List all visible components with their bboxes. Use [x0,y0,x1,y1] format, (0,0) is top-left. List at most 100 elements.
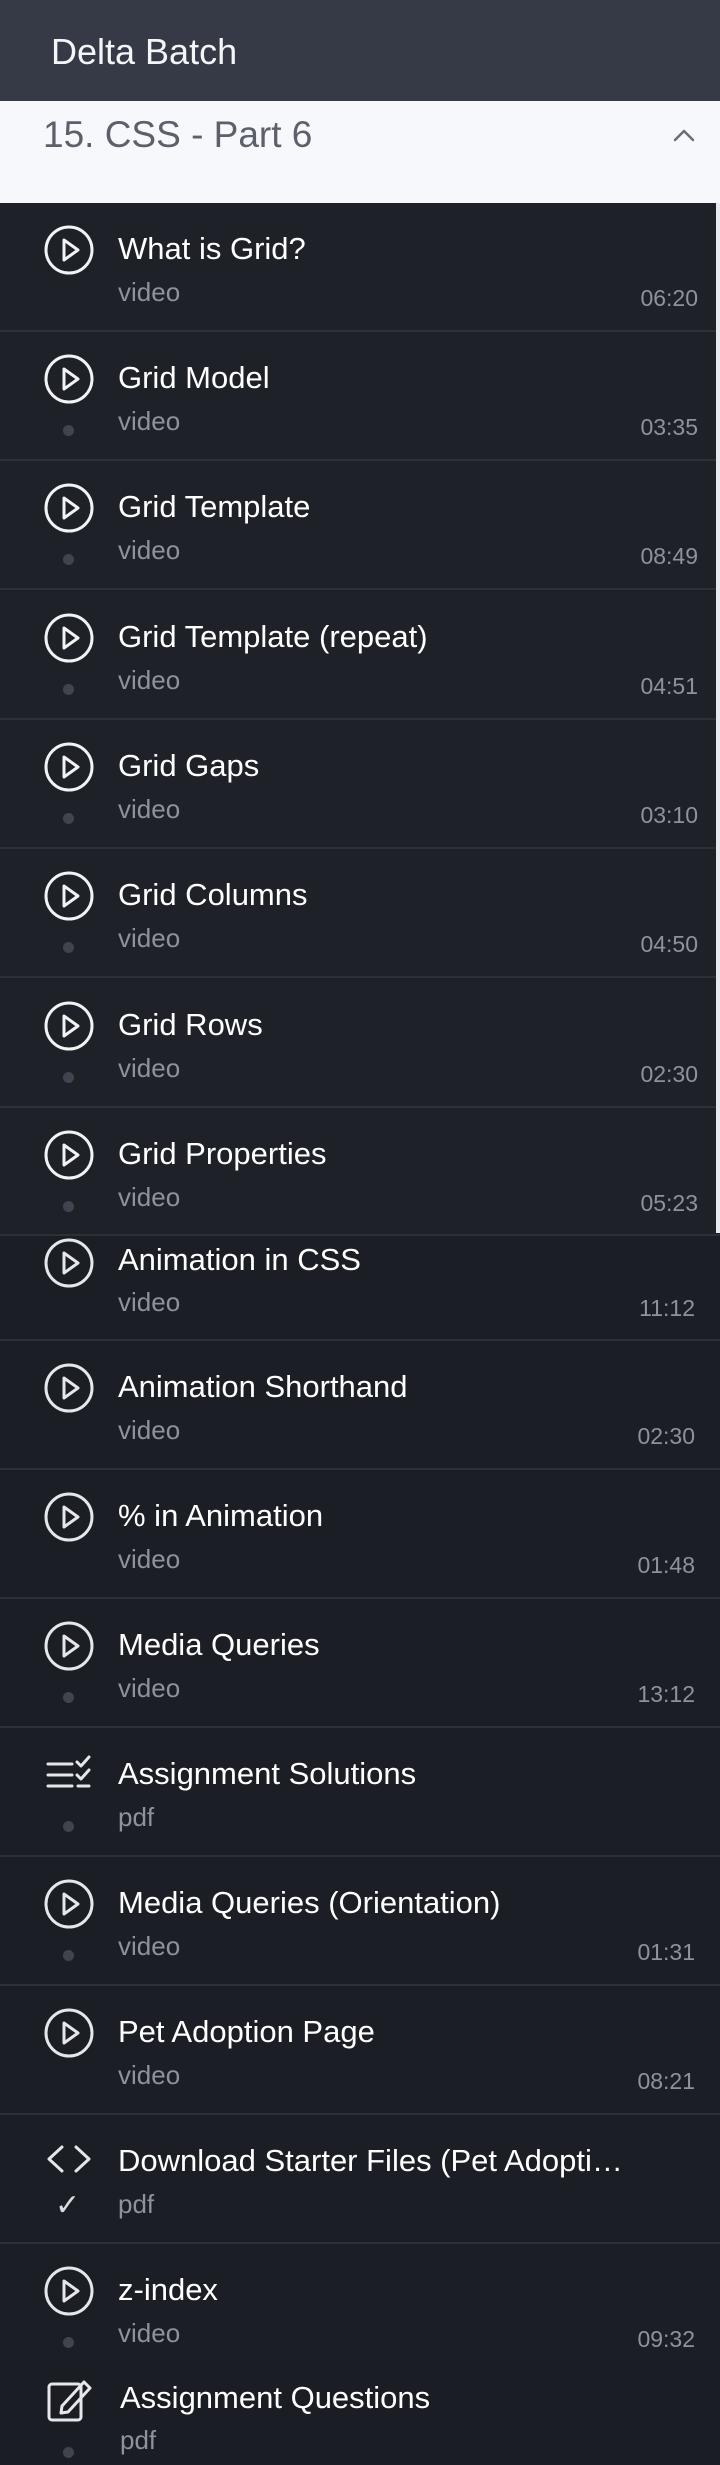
list-item[interactable]: % in Animation video 01:48 [0,1470,720,1599]
progress-dot [63,1950,74,1961]
list-item[interactable]: Media Queries video 13:12 [0,1599,720,1728]
item-duration: 04:50 [640,931,698,957]
item-duration: 01:48 [637,1552,695,1578]
list-item[interactable]: z-index video 09:32 [0,2244,720,2361]
list-item[interactable]: Grid Columns video 04:50 [0,849,720,978]
item-title: Grid Template [118,489,311,524]
play-icon [44,613,94,663]
list-item[interactable]: Grid Template video 08:49 [0,461,720,590]
item-title: Assignment Solutions [118,1756,417,1791]
item-type: pdf [118,1802,155,1832]
app-title: Delta Batch [51,31,238,72]
progress-dot [63,2337,74,2348]
item-type: video [118,1415,181,1445]
play-icon [44,871,94,921]
item-type: video [118,1182,181,1212]
item-type: pdf [120,2425,157,2455]
item-duration: 05:23 [640,1190,698,1216]
list-item[interactable]: Media Queries (Orientation) video 01:31 [0,1857,720,1986]
list-item[interactable]: ✓ Download Starter Files (Pet Adoption P… [0,2115,720,2244]
item-type: video [118,923,181,953]
item-title: Grid Template (repeat) [118,619,428,654]
chevron-up-icon[interactable] [672,127,696,143]
list-item[interactable]: Grid Gaps video 03:10 [0,720,720,849]
item-duration: 02:30 [640,1061,698,1087]
item-title: Assignment Questions [120,2380,431,2415]
item-title: Grid Columns [118,877,308,912]
item-duration: 08:49 [640,543,698,569]
item-duration: 04:51 [640,673,698,699]
item-type: video [118,1053,181,1083]
play-icon [44,483,94,533]
item-duration: 11:12 [639,1295,695,1321]
play-icon [44,2266,94,2316]
item-type: video [118,2060,181,2090]
progress-dot [63,684,74,695]
list-item[interactable]: Animation Shorthand video 02:30 [0,1341,720,1470]
item-type: video [118,1673,181,1703]
item-title: Pet Adoption Page [118,2014,375,2049]
list-item[interactable]: Grid Properties video 05:23 [0,1108,720,1236]
play-icon [44,1879,94,1929]
item-title: Download Starter Files (Pet Adoption Pag… [118,2143,638,2178]
progress-dot [63,1821,74,1832]
item-type: video [118,665,181,695]
item-type: video [118,2318,181,2348]
list-item[interactable]: Grid Rows video 02:30 [0,979,720,1108]
progress-dot [63,554,74,565]
item-type: video [118,535,181,565]
section-header[interactable]: 15. CSS - Part 6 [0,101,720,203]
play-icon [44,225,94,275]
item-title: Grid Gaps [118,748,260,783]
item-title: Grid Model [118,360,270,395]
list-item[interactable]: Grid Template (repeat) video 04:51 [0,591,720,720]
item-duration: 03:35 [640,414,698,440]
item-type: video [118,277,181,307]
play-icon [44,1621,94,1671]
progress-dot [63,813,74,824]
play-icon [44,1363,94,1413]
checkmark-icon: ✓ [55,2189,81,2222]
item-title: % in Animation [118,1498,324,1533]
play-icon [44,742,94,792]
progress-dot [63,2447,74,2458]
play-icon [44,1001,94,1051]
progress-dot [63,1201,74,1212]
list-item[interactable]: Assignment Questions pdf [0,2358,720,2465]
item-title: Animation in CSS [118,1242,361,1277]
item-duration: 06:20 [640,285,698,311]
section-title: 15. CSS - Part 6 [43,114,313,155]
progress-dot [63,425,74,436]
item-duration: 13:12 [637,1681,695,1707]
item-duration: 09:32 [637,2326,695,2352]
progress-dot [63,1072,74,1083]
item-type: video [118,1544,181,1574]
code-icon [47,2145,91,2173]
item-type: pdf [118,2189,155,2219]
progress-dot [63,942,74,953]
item-title: Grid Properties [118,1136,327,1171]
checklist-icon [46,1755,91,1788]
list-item[interactable]: Assignment Solutions pdf [0,1728,720,1857]
list-item[interactable]: Animation in CSS video 11:12 [0,1236,720,1341]
scrollbar[interactable] [716,203,720,1233]
edit-icon [47,2380,92,2422]
play-icon [44,1238,94,1288]
item-title: Grid Rows [118,1007,263,1042]
lesson-list: What is Grid? video 06:20 Grid Model vid… [0,203,720,2465]
list-item[interactable]: Pet Adoption Page video 08:21 [0,1986,720,2115]
item-duration: 02:30 [637,1423,695,1449]
item-type: video [118,794,181,824]
list-item[interactable]: Grid Model video 03:35 [0,332,720,461]
item-type: video [118,406,181,436]
item-title: z-index [118,2272,218,2307]
progress-dot [63,1692,74,1703]
item-title: Animation Shorthand [118,1369,408,1404]
list-item[interactable]: What is Grid? video 06:20 [0,203,720,332]
item-type: video [118,1287,181,1317]
item-duration: 03:10 [640,802,698,828]
play-icon [44,2008,94,2058]
item-duration: 08:21 [637,2068,695,2094]
play-icon [44,1130,94,1180]
item-title: What is Grid? [118,231,306,266]
